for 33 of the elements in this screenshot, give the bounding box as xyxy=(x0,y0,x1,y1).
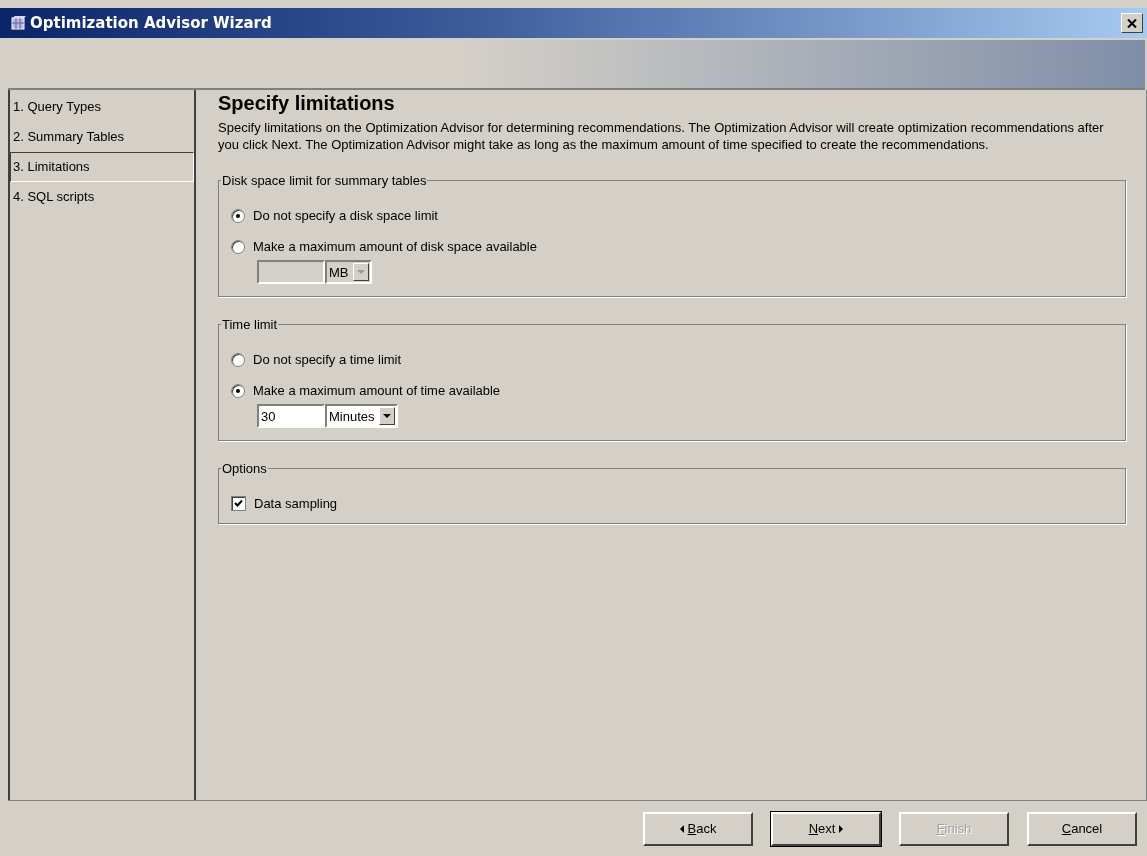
group-title: Disk space limit for summary tables xyxy=(221,173,428,188)
close-icon xyxy=(1127,18,1137,28)
wizard-button[interactable]: Back xyxy=(643,811,753,846)
radio-button[interactable] xyxy=(231,383,245,398)
step-item[interactable]: 3. Limitations xyxy=(10,152,194,182)
radio-label: Do not specify a disk space limit xyxy=(253,208,438,223)
cube-icon xyxy=(10,15,26,31)
step-item[interactable]: 1. Query Types xyxy=(10,92,194,122)
close-button[interactable] xyxy=(1121,13,1143,33)
step-item[interactable]: 4. SQL scripts xyxy=(10,182,194,212)
check-mark-icon xyxy=(234,499,243,508)
window-title: Optimization Advisor Wizard xyxy=(30,14,273,32)
right-arrow-icon xyxy=(839,824,844,833)
page-heading: Specify limitations xyxy=(218,92,396,115)
dropdown-arrow-icon xyxy=(356,270,365,274)
unit-dropdown[interactable]: Minutes xyxy=(325,404,398,428)
group-title: Options xyxy=(221,461,268,476)
radio-button[interactable] xyxy=(231,208,245,223)
page-description: Specify limitations on the Optimization Advisor for determining recommendations. The Optimization Advisor will create optimization recommendations after you click Next. The Optimization Advisor might take as long as the maximum amount of time specified to create the recommendations. xyxy=(218,119,1105,153)
wizard-button[interactable]: Next xyxy=(771,811,881,846)
amount-field[interactable]: 30 xyxy=(257,404,325,428)
radio-label: Make a maximum amount of disk space available xyxy=(253,239,537,254)
dropdown-arrow-icon xyxy=(382,414,391,418)
radio-button[interactable] xyxy=(231,352,245,367)
checkbox[interactable] xyxy=(231,496,246,511)
radio-label: Do not specify a time limit xyxy=(253,352,402,367)
wizard-button[interactable]: Cancel xyxy=(1027,811,1137,846)
radio-button[interactable] xyxy=(231,239,245,254)
left-arrow-icon xyxy=(679,824,684,833)
checkbox-label: Data sampling xyxy=(254,496,338,511)
radio-label: Make a maximum amount of time available xyxy=(253,383,501,398)
group-title: Time limit xyxy=(221,317,279,332)
step-item[interactable]: 2. Summary Tables xyxy=(10,122,194,152)
